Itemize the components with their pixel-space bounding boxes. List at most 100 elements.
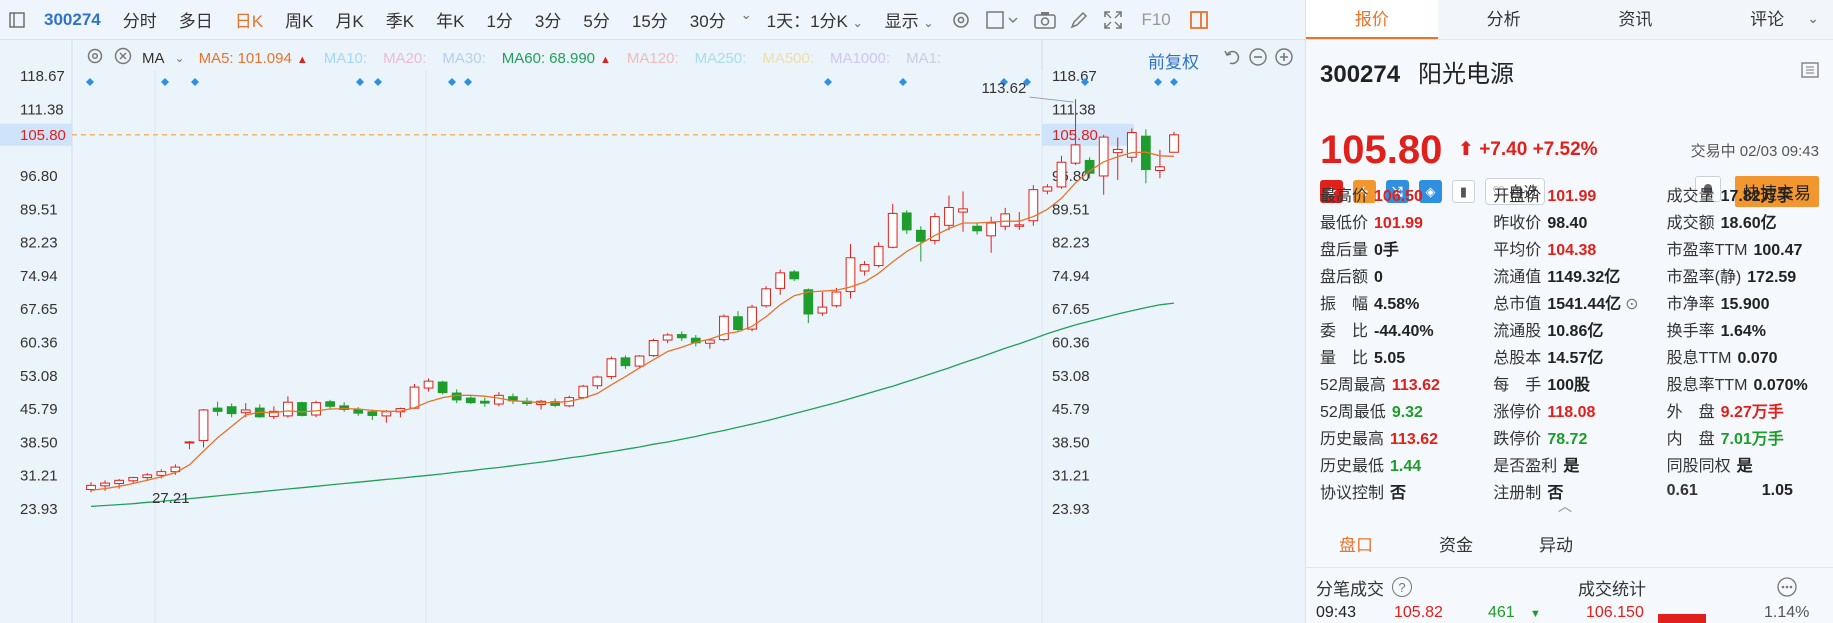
down-triangle-icon: ▼ — [1530, 608, 1541, 620]
bottom-tab-1[interactable]: 资金 — [1406, 524, 1506, 567]
candle-body — [592, 376, 603, 387]
stats-label: 总股本 — [1493, 349, 1542, 367]
candle-body — [479, 400, 490, 404]
stats-label: 市净率 — [1666, 295, 1715, 313]
candle-body — [719, 315, 729, 341]
candle-body — [789, 271, 800, 280]
stats-value: 0.070 — [1737, 349, 1778, 367]
stats-label: 涨停价 — [1493, 403, 1542, 421]
candle-body — [128, 477, 139, 482]
stats-label: 股息率TTM — [1666, 376, 1748, 394]
stats-cell: 委 比 -44.40% — [1320, 317, 1493, 341]
chevron-down-icon[interactable]: ⌄ — [1807, 10, 1819, 27]
stats-value: 106.50 — [1374, 187, 1423, 205]
stats-value: 4.58% — [1374, 295, 1420, 313]
stats-value: 101.99 — [1547, 187, 1597, 205]
candle-body — [662, 334, 673, 341]
stats-value: 0手 — [1374, 241, 1399, 259]
stats-value: 0.070% — [1753, 376, 1808, 394]
stats-label: 52周最低 — [1320, 403, 1386, 421]
tick-price: 105.82 — [1394, 604, 1443, 621]
chart-pane[interactable]: 300274 分时 多日 日K 周K 月K 季K 年K 1分 3分 5分 15分 30分 ⌄ 1天：1分… — [0, 0, 1305, 623]
candle-body — [1000, 213, 1011, 227]
y-tick-right-5: 82.23 — [1052, 235, 1090, 252]
stats-value: 0 — [1374, 268, 1383, 286]
y-tick-right-7: 67.65 — [1052, 301, 1090, 318]
candle-body — [409, 386, 420, 409]
quote-name: 阳光电源 — [1417, 61, 1514, 88]
candle-body — [367, 411, 378, 416]
candle-body — [451, 392, 462, 401]
event-marker-0 — [86, 78, 94, 86]
candle-body — [887, 212, 898, 248]
stats-value: 14.57亿 — [1547, 349, 1604, 367]
y-tick-right-13: 23.93 — [1052, 501, 1090, 518]
candle-body — [859, 264, 870, 272]
stats-title: 成交统计 — [1578, 579, 1646, 599]
stats-value: -44.40% — [1374, 322, 1434, 340]
y-tick-left-11: 38.50 — [20, 434, 58, 451]
candle-body — [986, 222, 997, 237]
stats-price: 106.150 — [1586, 604, 1644, 621]
stats-row: 历史最低 1.44 是否盈利是同股同权是 — [1320, 450, 1830, 477]
stats-value: 是 — [1563, 457, 1580, 475]
stats-label: 历史最低 — [1320, 457, 1385, 475]
stats-value: 1.44 — [1390, 457, 1422, 475]
stats-cell: 涨停价 118.08 — [1493, 398, 1666, 422]
candle-body — [437, 381, 448, 394]
candle-body — [1070, 144, 1081, 164]
help-icon[interactable]: ? — [1392, 577, 1412, 597]
stats-label: 最低价 — [1320, 214, 1369, 232]
stats-cell: 历史最高 113.62 — [1320, 425, 1493, 449]
quote-tab-1[interactable]: 分析 — [1438, 0, 1570, 39]
stats-value: 113.62 — [1391, 376, 1440, 394]
more-info-icon[interactable]: ⊙ — [1625, 296, 1638, 313]
y-tick-left-10: 45.79 — [20, 401, 58, 418]
candlestick-chart[interactable]: 118.67118.67111.38111.38104.0996.8096.80… — [0, 0, 1305, 623]
quote-header: 300274 阳光电源 105.80 ⬆ +7.40 +7.52% 交易中 02… — [1306, 40, 1833, 207]
stats-pct: 1.14% — [1764, 604, 1810, 621]
stats-label: 52周最高 — [1320, 376, 1386, 394]
low-price-label: 27.21 — [152, 490, 190, 507]
event-marker-2 — [191, 78, 199, 86]
candle-body — [817, 306, 828, 314]
stats-label: 盘后额 — [1320, 268, 1369, 286]
quote-tab-2[interactable]: 资讯 — [1570, 0, 1702, 39]
candle-body — [972, 225, 982, 232]
change-percent: +7.52% — [1532, 139, 1598, 160]
candle-body — [114, 479, 124, 485]
y-tick-left-12: 31.21 — [20, 468, 58, 485]
candle-body — [634, 355, 645, 367]
stats-label: 市盈率(静) — [1666, 268, 1742, 286]
collapse-chevron-icon[interactable]: ︿ — [1558, 496, 1572, 516]
stats-value: 78.72 — [1547, 430, 1588, 448]
quote-tab-0[interactable]: 报价 — [1306, 0, 1438, 39]
stats-cell: 历史最低 1.44 — [1320, 452, 1493, 476]
y-tick-right-12: 31.21 — [1052, 468, 1090, 485]
stats-cell: 0.61 1.05 — [1667, 482, 1830, 500]
more-icon[interactable] — [1776, 572, 1798, 602]
bottom-tab-0[interactable]: 盘口 — [1306, 524, 1406, 567]
stats-value: 10.86亿 — [1547, 322, 1604, 340]
y-tick-right-10: 45.79 — [1052, 401, 1090, 418]
stats-cell: 盘后额 0 — [1320, 263, 1493, 287]
candle-body — [1014, 224, 1025, 227]
stats-label: 平均价 — [1493, 241, 1542, 259]
stats-label: 总市值 — [1493, 295, 1542, 313]
stats-cell: 外 盘 9.27万手 — [1667, 398, 1830, 422]
stats-label: 开盘价 — [1493, 187, 1542, 205]
stats-label: 市盈率TTM — [1666, 241, 1748, 259]
stats-value: 15.900 — [1720, 295, 1770, 313]
high-price-label: 113.62 — [982, 80, 1027, 97]
event-marker-8 — [899, 78, 907, 86]
stats-label: 股息TTM — [1666, 349, 1732, 367]
candle-body — [578, 385, 589, 399]
stats-label: 换手率 — [1666, 322, 1715, 340]
panel-collapse-icon[interactable] — [1801, 62, 1819, 81]
bottom-tab-2[interactable]: 异动 — [1506, 524, 1606, 567]
stats-row: 最高价 106.50 开盘价 101.99 成交量 17.82万手 — [1320, 180, 1830, 207]
y-tick-right-0: 118.67 — [1052, 68, 1097, 85]
candle-body — [761, 288, 771, 307]
stats-row: 52周最低 9.32 涨停价 118.08 外 盘 9.27万手 — [1320, 396, 1830, 423]
bottom-tabs: 盘口 资金 异动 — [1306, 524, 1833, 568]
